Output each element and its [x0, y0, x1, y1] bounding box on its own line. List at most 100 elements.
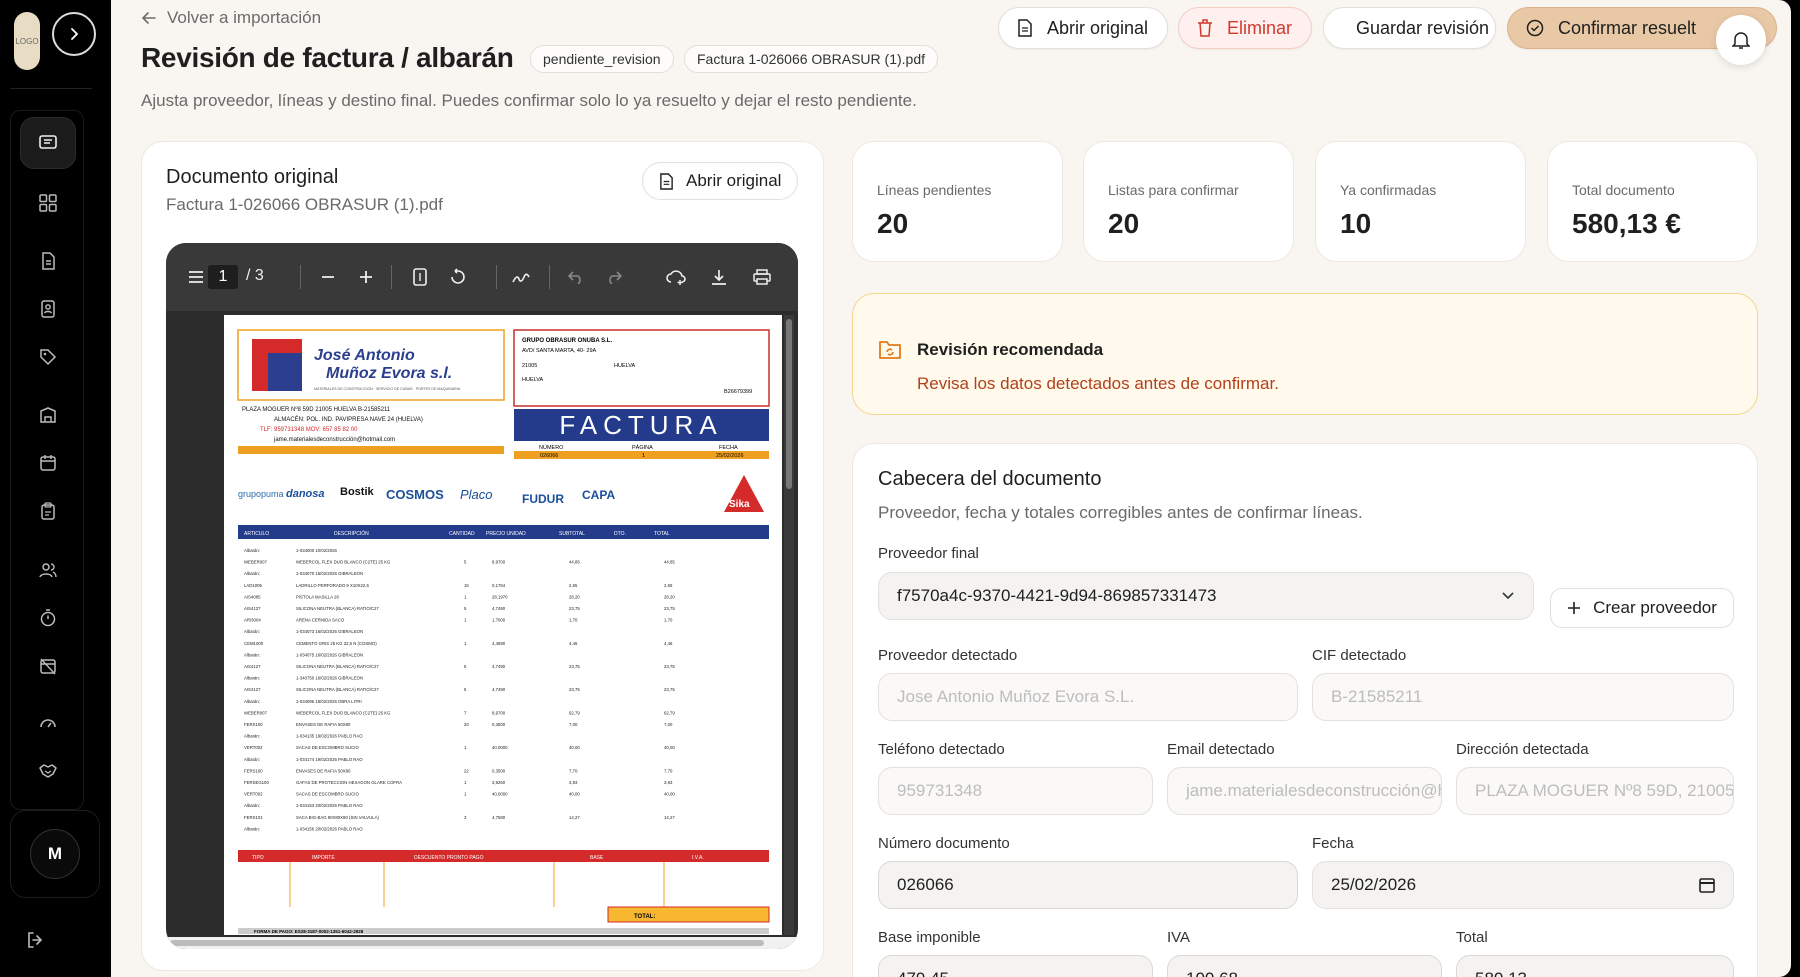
inv-line-cell: 1-034070 16/02/2026 GIBRALEON: [296, 571, 363, 576]
stat-value: 20: [1108, 208, 1140, 239]
inv-line-cell: 1-034073 16/02/2026 GIBRALEON: [296, 629, 363, 634]
pdf-page-input[interactable]: 1: [208, 265, 238, 289]
inv-brands: grupopuma danosa Bostik COSMOS Placo FUD…: [238, 475, 764, 512]
pdf-menu-icon[interactable]: [186, 267, 206, 287]
sidebar-item-timer[interactable]: [20, 592, 76, 644]
inv-client-city: HUELVA: [614, 363, 636, 369]
zoom-in-icon[interactable]: [356, 267, 376, 287]
inv-meta-v3: 25/02/2026: [716, 453, 744, 459]
back-link[interactable]: Volver a importación: [141, 8, 321, 28]
inv-line-cell: FERSEG100: [244, 780, 269, 785]
inv-line-cell: WEBER007: [244, 710, 268, 715]
telefono-field[interactable]: 959731348: [878, 767, 1153, 815]
fecha-input[interactable]: 25/02/2026: [1312, 861, 1734, 909]
sidebar-item-imports[interactable]: [20, 117, 76, 169]
save-review-button[interactable]: Guardar revisión: [1323, 7, 1496, 49]
notifications-button[interactable]: [1716, 15, 1766, 65]
sidebar-item-warehouse[interactable]: [20, 389, 76, 441]
inv-summary-cell: DESCUENTO PRONTO PAGO: [414, 855, 484, 861]
cif-detectado-field[interactable]: B-21585211: [1312, 673, 1734, 721]
print-icon[interactable]: [752, 267, 772, 287]
sidebar-item-contacts[interactable]: [20, 283, 76, 335]
handshake-icon: [39, 764, 57, 778]
sidebar-toggle-button[interactable]: [52, 12, 96, 56]
inv-line-cell: 1: [464, 641, 467, 646]
email-field[interactable]: jame.materialesdeconstrucción@hotmail.co…: [1167, 767, 1442, 815]
total-input[interactable]: 580,13: [1456, 955, 1734, 977]
rotate-icon[interactable]: [448, 267, 468, 287]
page-subtitle: Ajusta proveedor, líneas y destino final…: [141, 91, 917, 110]
inv-line-cell: 23,75: [569, 606, 580, 611]
sidebar-item-tags[interactable]: [20, 331, 76, 383]
inv-line-cell: Albarán:: [244, 629, 260, 634]
user-menu[interactable]: M: [10, 810, 100, 898]
inv-line-cell: 2,65: [569, 583, 578, 588]
file-chip: Factura 1-026066 OBRASUR (1).pdf: [684, 45, 938, 73]
inv-line-cell: SILICONA NEUTRA (BLANCA) RATIO/C27: [296, 687, 379, 692]
inv-address: PLAZA MOGUER Nº8 59D 21005 HUELVA B-2158…: [242, 406, 391, 413]
inv-header-cell: PRECIO UNIDAD: [486, 531, 526, 537]
download-icon[interactable]: [709, 267, 729, 287]
inv-line-cell: 28,20: [664, 594, 675, 599]
direccion-field[interactable]: PLAZA MOGUER Nº8 59D, 21005: [1456, 767, 1734, 815]
numero-documento-input[interactable]: 026066: [878, 861, 1298, 909]
inv-line-cell: 1: [464, 618, 467, 623]
base-imponible-input[interactable]: 479,45: [878, 955, 1153, 977]
inv-summary-cell: TIPO: [252, 855, 264, 861]
draw-icon[interactable]: [511, 267, 531, 287]
inv-line-cell: SACAS DE ESCOMBRO SUCIO: [296, 745, 359, 750]
fit-page-icon[interactable]: [410, 267, 430, 287]
total-label: Total: [1456, 929, 1488, 946]
delete-button[interactable]: Eliminar: [1178, 7, 1312, 49]
undo-icon[interactable]: [566, 267, 586, 287]
document-filename: Factura 1-026066 OBRASUR (1).pdf: [166, 195, 443, 214]
inv-line-cell: 3: [464, 815, 467, 820]
sidebar-item-handshake[interactable]: [20, 745, 76, 797]
inv-line-cell: 4,46: [569, 641, 578, 646]
stat-label: Listas para confirmar: [1108, 182, 1239, 198]
inv-payment: FORMA DE PAGO: ES28-3187-0002-1351-6042-…: [254, 929, 364, 934]
inv-header-cell: DTO.: [614, 531, 626, 537]
create-provider-button[interactable]: Crear proveedor: [1550, 588, 1734, 628]
proveedor-final-select[interactable]: f7570a4c-9370-4421-9d94-869857331473: [878, 572, 1534, 620]
inv-line-cell: WEBER007: [244, 560, 268, 565]
cloud-upload-icon[interactable]: [666, 267, 686, 287]
sidebar-item-calendar[interactable]: [20, 437, 76, 489]
users-icon: [39, 563, 57, 578]
inv-line-cell: 40,0000: [492, 792, 508, 797]
redo-icon[interactable]: [604, 267, 624, 287]
app-logo[interactable]: LOGO: [14, 12, 40, 70]
iva-input[interactable]: 100,68: [1167, 955, 1442, 977]
sidebar-item-gauge[interactable]: [20, 697, 76, 749]
brand-7: CAPA: [582, 488, 615, 502]
inv-line-cell: LADRILLO PERFORADO 9 X10X22,5: [296, 583, 369, 588]
grid-icon: [39, 194, 57, 212]
open-original-button-small[interactable]: Abrir original: [642, 162, 799, 200]
inv-line-cell: Albarán:: [244, 571, 260, 576]
inv-line-cell: 40,00: [569, 792, 580, 797]
inv-line-cell: WEBERCOL FLEX DUO BLANCO (C2TE) 25 KG: [296, 560, 391, 565]
sidebar-item-calendar-off[interactable]: [20, 640, 76, 692]
inv-line-cell: 1-034135 19/02/2026 PABLO RAO: [296, 734, 363, 739]
zoom-out-icon[interactable]: [318, 267, 338, 287]
proveedor-final-value: f7570a4c-9370-4421-9d94-869857331473: [897, 586, 1217, 605]
open-original-button[interactable]: Abrir original: [998, 7, 1168, 49]
sidebar-item-dashboard[interactable]: [20, 177, 76, 229]
sidebar-item-users[interactable]: [20, 544, 76, 596]
inv-line-cell: 1,70: [569, 618, 578, 623]
pdf-vertical-scrollbar[interactable]: [784, 315, 794, 935]
logout-button[interactable]: [20, 928, 50, 952]
inv-line-cell: Albarán:: [244, 652, 260, 657]
inv-line-cell: 1: [464, 745, 467, 750]
proveedor-detectado-field[interactable]: Jose Antonio Muñoz Evora S.L.: [878, 673, 1298, 721]
sidebar-item-documents[interactable]: [20, 235, 76, 287]
inv-line-cell: SACA BIG-BAG 90X80X90 (SIN VALVULA): [296, 815, 380, 820]
back-link-label: Volver a importación: [167, 8, 322, 27]
base-imponible-label: Base imponible: [878, 929, 981, 946]
inv-client-city2: HUELVA: [522, 377, 544, 383]
pdf-horizontal-scrollbar[interactable]: [166, 937, 798, 949]
inv-line-cell: 22: [464, 768, 469, 773]
inv-line-cell: 3,93: [664, 780, 673, 785]
inv-line-cell: Albarán:: [244, 676, 260, 681]
sidebar-item-clipboard[interactable]: [20, 485, 76, 537]
